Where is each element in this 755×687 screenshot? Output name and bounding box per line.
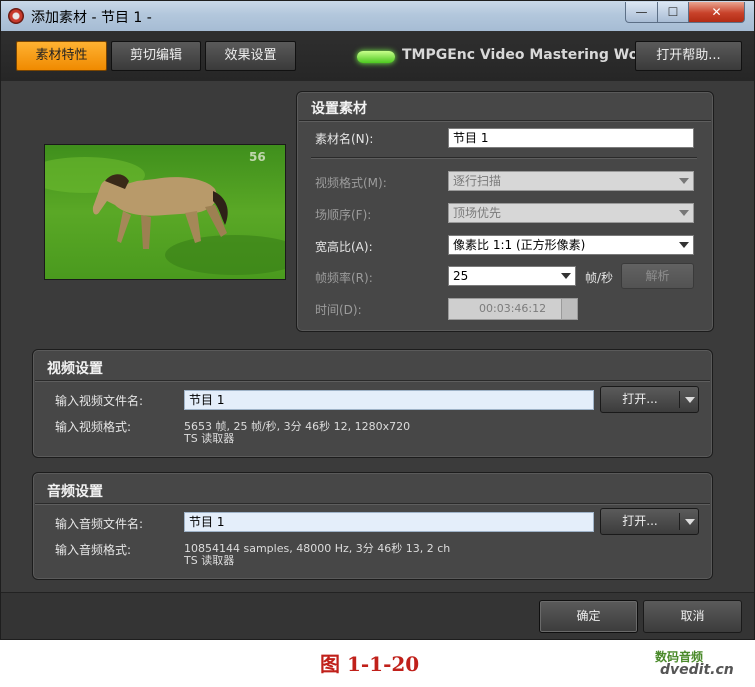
duration-value: 00:03:46:12: [479, 302, 547, 315]
tab-material-properties[interactable]: 素材特性: [16, 41, 107, 71]
analyze-button[interactable]: 解析: [621, 263, 694, 289]
video-format-label: 视频格式(M):: [315, 176, 387, 190]
frame-rate-select[interactable]: 25: [448, 266, 576, 286]
thumbnail-watermark: 56: [249, 150, 266, 164]
open-help-button[interactable]: 打开帮助...: [635, 41, 742, 71]
audio-settings-title: 音频设置: [47, 484, 103, 500]
tab-cut-edit[interactable]: 剪切编辑: [111, 41, 201, 71]
audio-format-info-line2: TS 读取器: [184, 554, 235, 567]
video-preview-thumbnail: 56: [44, 144, 286, 280]
maximize-button[interactable]: ☐: [657, 2, 689, 23]
title-bar: 添加素材 - 节目 1 - — ☐ ✕: [1, 1, 754, 32]
status-led-icon: [357, 51, 395, 63]
aspect-ratio-value: 像素比 1:1 (正方形像素): [453, 238, 586, 252]
chevron-down-icon: [561, 273, 571, 279]
dropdown-arrow-icon[interactable]: [685, 519, 695, 525]
horse-preview-image: 56: [45, 145, 285, 279]
panel-divider: [299, 120, 711, 122]
field-order-label: 场顺序(F):: [315, 208, 372, 222]
app-icon: [8, 8, 24, 24]
close-button[interactable]: ✕: [688, 2, 745, 23]
split-divider: [679, 513, 680, 530]
duration-spinner: 00:03:46:12: [448, 298, 578, 320]
aspect-ratio-select[interactable]: 像素比 1:1 (正方形像素): [448, 235, 694, 255]
material-name-input[interactable]: 节目 1: [448, 128, 694, 148]
open-video-label: 打开...: [622, 392, 658, 406]
input-video-file-field[interactable]: 节目 1: [184, 390, 594, 410]
panel-divider-2: [311, 157, 697, 159]
input-audio-file-label: 输入音频文件名:: [55, 517, 144, 531]
toolbar: 素材特性 剪切编辑 效果设置 TMPGEnc Video Mastering W…: [1, 31, 754, 81]
ok-button[interactable]: 确定: [539, 600, 638, 633]
material-name-label: 素材名(N):: [315, 132, 374, 146]
duration-label: 时间(D):: [315, 303, 362, 317]
chevron-down-icon: [679, 210, 689, 216]
open-audio-label: 打开...: [622, 514, 658, 528]
input-video-file-label: 输入视频文件名:: [55, 394, 144, 408]
spin-down-icon: [561, 309, 577, 319]
input-audio-format-label: 输入音频格式:: [55, 543, 132, 557]
aspect-ratio-label: 宽高比(A):: [315, 240, 373, 254]
add-material-dialog: 添加素材 - 节目 1 - — ☐ ✕ 素材特性 剪切编辑 效果设置 TMPGE…: [0, 0, 755, 640]
frame-rate-label: 帧频率(R):: [315, 271, 373, 285]
minimize-button[interactable]: —: [625, 2, 658, 23]
dialog-footer: 确定 取消: [1, 592, 754, 639]
site-watermark-line2: dvedit.cn: [660, 662, 734, 678]
panel-divider: [35, 503, 710, 505]
cancel-button[interactable]: 取消: [643, 600, 742, 633]
split-divider: [679, 391, 680, 408]
frame-rate-value: 25: [453, 269, 469, 283]
video-format-info-line2: TS 读取器: [184, 432, 235, 445]
material-settings-panel: 设置素材 素材名(N): 节目 1 视频格式(M): 逐行扫描 场顺序(F): …: [296, 91, 714, 332]
material-settings-title: 设置素材: [311, 101, 367, 117]
video-settings-panel: 视频设置 输入视频文件名: 节目 1 打开... 输入视频格式: 5653 帧,…: [32, 349, 713, 458]
open-video-button[interactable]: 打开...: [600, 386, 699, 413]
figure-caption: 图 1-1-20: [320, 652, 420, 676]
frame-rate-unit: 帧/秒: [585, 271, 614, 285]
open-audio-button[interactable]: 打开...: [600, 508, 699, 535]
input-audio-file-field[interactable]: 节目 1: [184, 512, 594, 532]
chevron-down-icon: [679, 178, 689, 184]
panel-divider: [35, 380, 710, 382]
chevron-down-icon: [679, 242, 689, 248]
audio-settings-panel: 音频设置 输入音频文件名: 节目 1 打开... 输入音频格式: 1085414…: [32, 472, 713, 580]
field-order-select: 顶场优先: [448, 203, 694, 223]
tab-effect-settings[interactable]: 效果设置: [205, 41, 296, 71]
window-title: 添加素材 - 节目 1 -: [31, 10, 152, 26]
video-format-value: 逐行扫描: [453, 174, 502, 188]
dropdown-arrow-icon[interactable]: [685, 397, 695, 403]
video-settings-title: 视频设置: [47, 361, 103, 377]
video-format-select: 逐行扫描: [448, 171, 694, 191]
field-order-value: 顶场优先: [453, 206, 502, 220]
input-video-format-label: 输入视频格式:: [55, 420, 132, 434]
